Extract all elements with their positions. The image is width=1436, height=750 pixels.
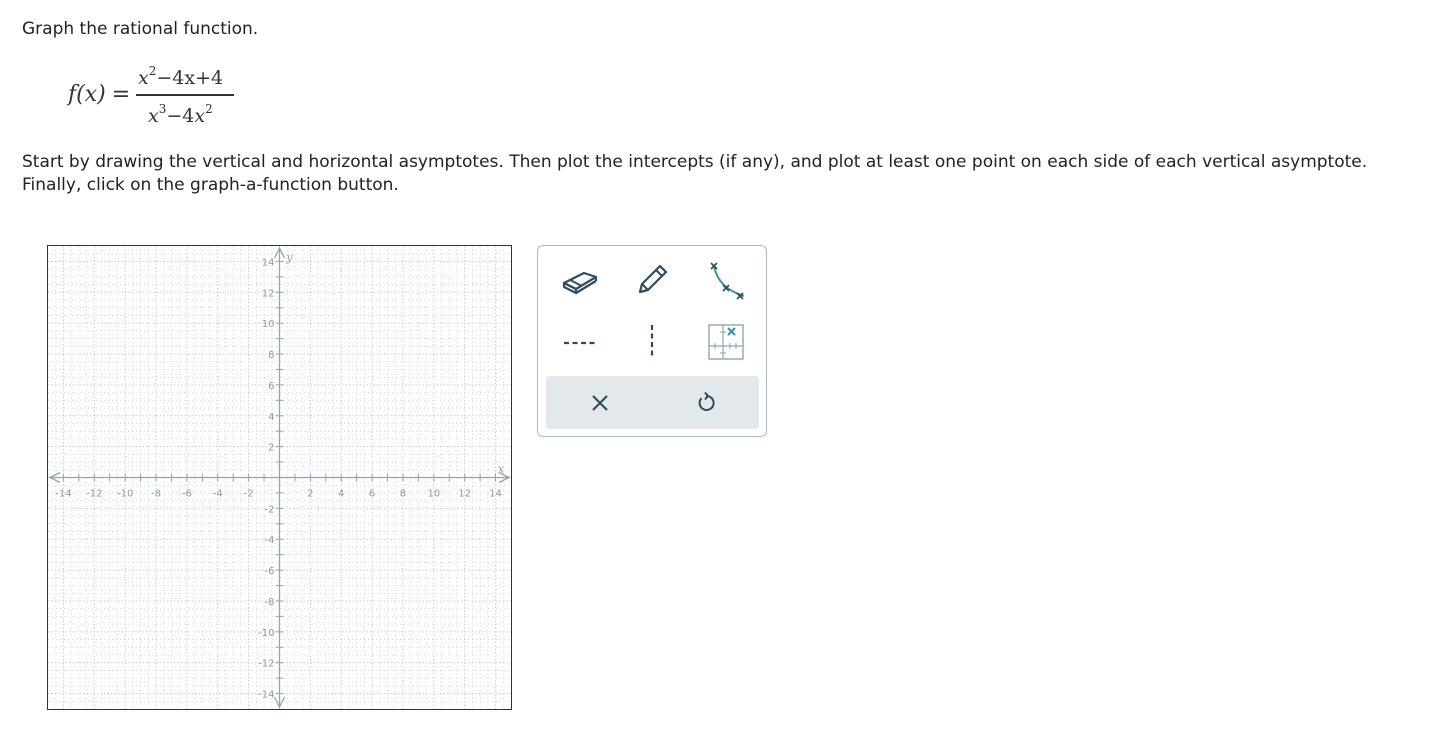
denominator-term1: x bbox=[148, 105, 159, 127]
denominator-exponent2: 2 bbox=[205, 102, 213, 116]
plot-points-button[interactable] bbox=[698, 316, 754, 368]
function-name: f bbox=[68, 82, 77, 107]
y-tick-label: -10 bbox=[258, 628, 274, 639]
coordinate-grid[interactable]: -14 -12 -10 -8 -6 -4 -2 2 4 6 8 10 12 14 14 12 10 8 6 4 2 -2 -… bbox=[48, 246, 511, 709]
y-tick-label: 6 bbox=[268, 381, 274, 392]
eraser-icon bbox=[562, 271, 598, 295]
undo-icon bbox=[698, 391, 715, 411]
x-tick-label: 12 bbox=[458, 489, 471, 500]
fraction-bar bbox=[136, 94, 234, 96]
numerator-rest: −4x+4 bbox=[156, 67, 224, 89]
horizontal-asymptote-button[interactable] bbox=[552, 316, 608, 368]
x-axis-label: x bbox=[498, 463, 505, 476]
prompt-text: Graph the rational function. bbox=[22, 19, 259, 39]
instructions-line-1: Start by drawing the vertical and horizo… bbox=[22, 152, 1368, 172]
denominator: x3−4x2 bbox=[148, 102, 213, 127]
x-tick-label: 2 bbox=[307, 489, 313, 500]
instructions: Start by drawing the vertical and horizo… bbox=[22, 151, 1422, 197]
pencil-icon bbox=[638, 264, 668, 294]
x-tick-label: 4 bbox=[338, 489, 344, 500]
x-tick-label: 10 bbox=[427, 489, 440, 500]
y-tick-label: 12 bbox=[262, 288, 275, 299]
y-tick-label: -14 bbox=[258, 690, 274, 701]
numerator: x2−4x+4 bbox=[138, 64, 223, 89]
action-bar bbox=[546, 376, 759, 429]
x-tick-label: 6 bbox=[369, 489, 375, 500]
graph-area[interactable]: -14 -12 -10 -8 -6 -4 -2 2 4 6 8 10 12 14 14 12 10 8 6 4 2 -2 -… bbox=[47, 245, 512, 710]
y-tick-label: 10 bbox=[262, 319, 275, 330]
vertical-asymptote-icon bbox=[650, 325, 654, 359]
vertical-asymptote-button[interactable] bbox=[624, 316, 680, 368]
graph-function-button[interactable] bbox=[698, 254, 754, 306]
y-axis-label: y bbox=[285, 251, 293, 264]
function-variable: x bbox=[84, 82, 98, 107]
instructions-line-2: Finally, click on the graph-a-function b… bbox=[22, 175, 399, 195]
points-grid-icon bbox=[708, 324, 744, 360]
y-tick-label: -4 bbox=[265, 535, 275, 546]
y-tick-label: -12 bbox=[258, 659, 274, 670]
function-lhs: f(x) = bbox=[68, 82, 131, 107]
denominator-minus: −4 bbox=[166, 105, 195, 127]
y-tick-label: 2 bbox=[268, 443, 274, 454]
graph-toolbox bbox=[537, 245, 767, 437]
x-tick-label: 8 bbox=[400, 489, 406, 500]
x-tick-label: 14 bbox=[489, 489, 502, 500]
x-tick-label: -4 bbox=[213, 489, 223, 500]
y-tick-label: 4 bbox=[268, 412, 274, 423]
y-tick-label: 14 bbox=[262, 257, 275, 268]
y-tick-label: -6 bbox=[265, 566, 275, 577]
x-tick-label: -10 bbox=[117, 489, 133, 500]
curve-graph-icon bbox=[710, 262, 745, 300]
undo-button[interactable] bbox=[676, 378, 736, 428]
eraser-tool-button[interactable] bbox=[552, 254, 608, 306]
numerator-term1: x bbox=[138, 67, 149, 89]
x-tick-label: -8 bbox=[151, 489, 161, 500]
pencil-tool-button[interactable] bbox=[624, 254, 680, 306]
x-tick-label: -6 bbox=[182, 489, 192, 500]
y-tick-label: 8 bbox=[268, 350, 274, 361]
clear-button[interactable] bbox=[570, 378, 630, 428]
y-tick-label: -8 bbox=[265, 597, 275, 608]
x-tick-label: -2 bbox=[244, 489, 254, 500]
clear-icon bbox=[592, 395, 608, 411]
denominator-term2: x bbox=[194, 105, 206, 127]
horizontal-asymptote-icon bbox=[564, 341, 596, 345]
x-tick-label: -12 bbox=[86, 489, 102, 500]
x-tick-label: -14 bbox=[55, 489, 71, 500]
y-tick-label: -2 bbox=[265, 504, 275, 515]
